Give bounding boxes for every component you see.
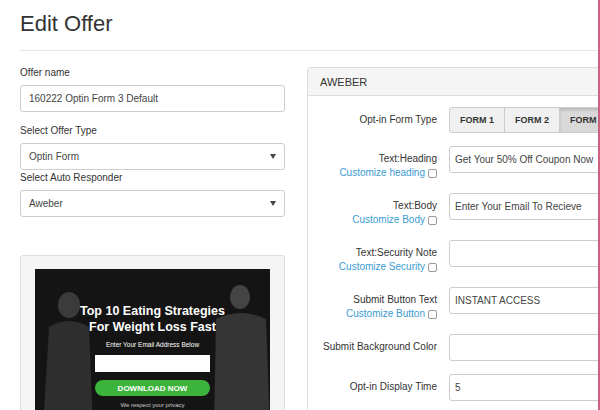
field-value: Get Your 50% Off Coupon Now <box>455 154 593 165</box>
page-header: Edit Offer <box>20 0 600 38</box>
offer-field: Offer name 160222 Optin Form 3 Default <box>20 67 285 112</box>
select-value: Aweber <box>29 198 63 209</box>
offer-field: Select Auto Responder Aweber <box>20 172 285 217</box>
dropdown-arrow-icon <box>270 154 276 159</box>
panel-field-row: Opt-in Display Time 5 <box>314 374 600 401</box>
panel-header: AWEBER <box>308 68 600 96</box>
text-field[interactable]: Enter Your Email To Recieve <box>449 193 600 220</box>
field-label: Offer name <box>20 67 285 79</box>
text-field[interactable]: 5 <box>449 374 600 401</box>
field-value: Enter Your Email To Recieve <box>455 201 582 212</box>
row-label: Submit Button Text <box>314 293 437 307</box>
preview-heading: Top 10 Eating StrategiesFor Weight Loss … <box>80 303 225 335</box>
dropdown-arrow-icon <box>270 201 276 206</box>
form-type-option[interactable]: FORM 3 <box>559 107 600 133</box>
text-field[interactable]: INSTANT ACCESS <box>449 287 600 314</box>
offer-settings: Offer name 160222 Optin Form 3 Default Se… <box>20 67 285 410</box>
panel-body: Opt-in Form Type FORM 1FORM 2FORM 3 Text… <box>308 96 600 401</box>
page-title: Edit Offer <box>20 10 600 38</box>
preview-content: Top 10 Eating StrategiesFor Weight Loss … <box>35 269 270 409</box>
select-field[interactable]: Aweber <box>20 190 285 217</box>
optin-preview: Top 10 Eating StrategiesFor Weight Loss … <box>35 269 270 410</box>
row-label: Opt-in Display Time <box>314 380 437 394</box>
row-label: Opt-in Form Type <box>314 113 437 127</box>
form-type-option[interactable]: FORM 1 <box>449 107 505 133</box>
model-photo-left-icon <box>35 279 95 410</box>
select-field[interactable]: Optin Form <box>20 143 285 170</box>
customize-link[interactable]: Customize Button <box>346 307 425 321</box>
row-label-cell: Text:Heading Customize heading <box>314 146 437 180</box>
offer-field: Select Offer Type Optin Form <box>20 125 285 170</box>
window-frame <box>598 0 600 410</box>
row-label: Submit Background Color <box>314 340 437 354</box>
row-label: Text:Heading <box>314 152 437 166</box>
content: Offer name 160222 Optin Form 3 Default Se… <box>20 67 600 410</box>
text-field[interactable] <box>449 334 600 361</box>
customize-link[interactable]: Customize Security <box>339 260 425 274</box>
customize-option: Customize Body <box>314 213 437 227</box>
aweber-panel: AWEBER Opt-in Form Type FORM 1FORM 2FORM… <box>307 67 600 410</box>
customize-option: Customize Button <box>314 307 437 321</box>
form-type-selector: FORM 1FORM 2FORM 3 <box>449 107 600 133</box>
preview-prompt: Enter Your Email Address Below <box>106 341 199 349</box>
customize-checkbox[interactable] <box>428 169 437 178</box>
preview-privacy-note: We respect your privacy <box>120 402 184 409</box>
text-field[interactable]: 160222 Optin Form 3 Default <box>20 85 285 112</box>
preview-download-button[interactable]: DOWNLOAD NOW <box>95 380 210 396</box>
row-label-cell: Text:Security Note Customize Security <box>314 240 437 274</box>
preview-heading-line: Top 10 Eating Strategies <box>80 303 225 319</box>
customize-option: Customize heading <box>314 166 437 180</box>
field-label: Select Auto Responder <box>20 172 285 184</box>
model-photo-right-icon <box>210 279 270 410</box>
row-label-cell: Text:Body Customize Body <box>314 193 437 227</box>
panel-field-row: Text:Security Note Customize Security <box>314 240 600 274</box>
field-label: Select Offer Type <box>20 125 285 137</box>
edit-offer-page: Edit Offer Offer name 160222 Optin Form … <box>0 0 600 410</box>
row-label-cell: Submit Button Text Customize Button <box>314 287 437 321</box>
panel-field-row: Submit Button Text Customize Button INST… <box>314 287 600 321</box>
panel-field-row: Submit Background Color <box>314 334 600 361</box>
field-value: 5 <box>455 382 461 393</box>
field-value: INSTANT ACCESS <box>455 295 540 306</box>
customize-checkbox[interactable] <box>428 310 437 319</box>
select-value: Optin Form <box>29 151 79 162</box>
row-label-cell: Submit Background Color <box>314 334 437 354</box>
text-field[interactable] <box>449 240 600 267</box>
form-type-option[interactable]: FORM 2 <box>504 107 560 133</box>
row-label: Text:Security Note <box>314 246 437 260</box>
row-label: Text:Body <box>314 199 437 213</box>
panel-field-row: Text:Heading Customize heading Get Your … <box>314 146 600 180</box>
form-type-row: Opt-in Form Type FORM 1FORM 2FORM 3 <box>314 107 600 133</box>
customize-option: Customize Security <box>314 260 437 274</box>
customize-checkbox[interactable] <box>428 216 437 225</box>
preview-email-input[interactable] <box>95 355 210 372</box>
preview-box: Top 10 Eating StrategiesFor Weight Loss … <box>20 255 285 410</box>
customize-link[interactable]: Customize heading <box>339 166 425 180</box>
field-value: 160222 Optin Form 3 Default <box>29 93 158 104</box>
customize-checkbox[interactable] <box>428 263 437 272</box>
header-divider <box>20 50 600 51</box>
preview-heading-line: For Weight Loss Fast <box>80 319 225 335</box>
text-field[interactable]: Get Your 50% Off Coupon Now <box>449 146 600 173</box>
panel-field-row: Text:Body Customize Body Enter Your Emai… <box>314 193 600 227</box>
row-label-cell: Opt-in Display Time <box>314 374 437 394</box>
customize-link[interactable]: Customize Body <box>352 213 425 227</box>
row-label-cell: Opt-in Form Type <box>314 107 437 127</box>
